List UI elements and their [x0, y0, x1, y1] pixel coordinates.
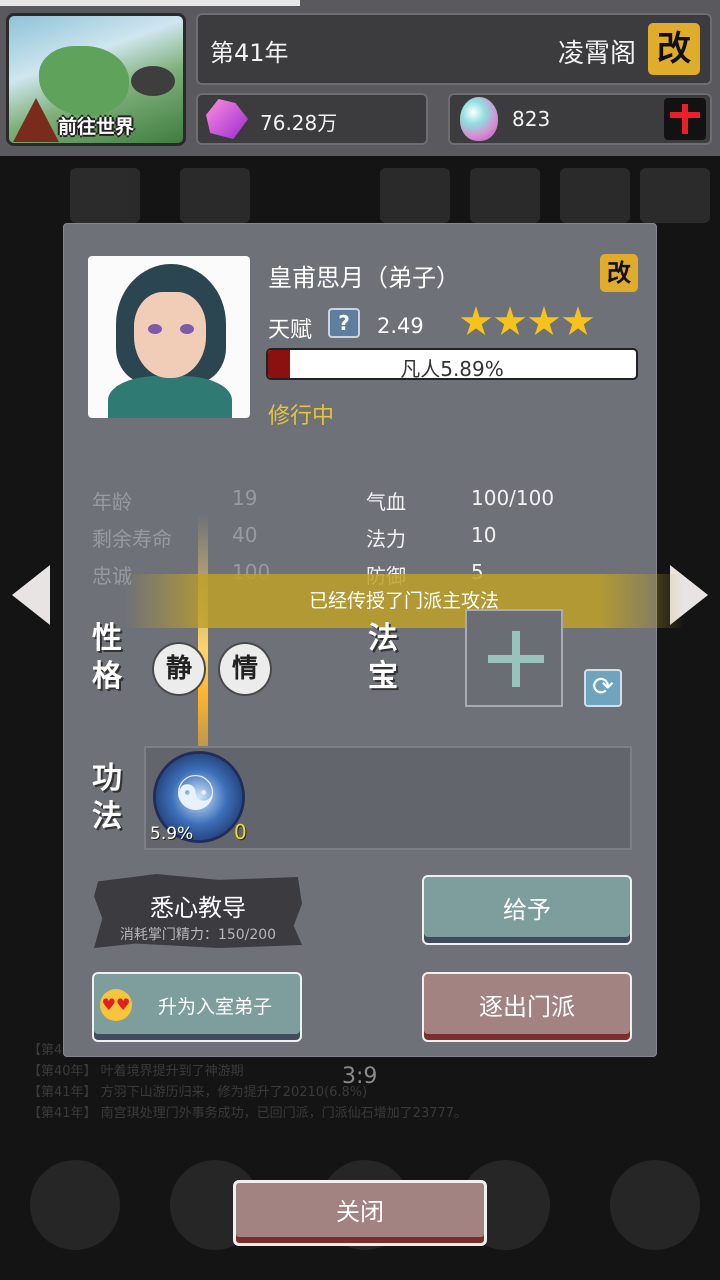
promote-button-label: 升为入室弟子 — [157, 996, 272, 1018]
spirit-egg-icon — [460, 97, 498, 141]
talent-label: 天赋 — [268, 318, 313, 343]
log-line: 【第41年】 南宫琪处理门外事务成功，已回门派，门派仙石增加了23777。 — [28, 1106, 468, 1121]
refresh-icon[interactable]: ⟳ — [584, 669, 622, 707]
talent-value: 2.49 — [377, 314, 424, 338]
background-toolbar — [0, 160, 720, 230]
star-icon — [460, 306, 492, 336]
background-counter: 3:9 — [342, 1064, 378, 1089]
skill-label: 功法 — [92, 761, 122, 834]
skill-level: 0 — [234, 820, 247, 844]
teach-button-label: 悉心教导 — [150, 894, 246, 922]
give-button[interactable]: 给予 — [422, 875, 632, 945]
add-gems-button[interactable] — [664, 98, 706, 140]
disciple-detail-panel: 皇甫思月（弟子） 改 天赋 ? 2.49 凡人5.89% 修行中 年龄 19 剩… — [63, 223, 684, 1057]
rename-sect-button[interactable]: 改 — [648, 23, 700, 75]
treasure-slot-add-button[interactable] — [465, 609, 563, 707]
personality-label: 性格 — [92, 621, 122, 694]
close-button[interactable]: 关闭 — [233, 1180, 487, 1246]
spirit-stone-value: 76.28万 — [260, 111, 338, 135]
gem-value: 823 — [512, 107, 551, 131]
top-bar: 前往世界 第41年 凌霄阁 改 76.28万 823 — [0, 0, 720, 156]
treasure-label: 法宝 — [368, 621, 398, 694]
star-icon — [494, 306, 526, 336]
hp-value: 100/100 — [471, 486, 555, 510]
spirit-stone-counter: 76.28万 — [196, 93, 428, 145]
mana-value: 10 — [471, 523, 497, 547]
loading-strip — [0, 0, 300, 6]
go-to-world-label: 前往世界 — [57, 116, 134, 138]
teach-button[interactable]: 悉心教导 消耗掌门精力：150/200 — [94, 874, 302, 948]
age-label: 年龄 — [92, 490, 132, 514]
lifespan-value: 40 — [232, 523, 258, 547]
rename-disciple-button[interactable]: 改 — [600, 254, 638, 292]
promote-button[interactable]: ♥♥ 升为入室弟子 — [92, 972, 302, 1042]
hp-label: 气血 — [366, 490, 406, 514]
heart-eyes-icon: ♥♥ — [100, 989, 132, 1021]
disciple-status: 修行中 — [268, 404, 335, 429]
crystal-icon — [206, 99, 248, 139]
disciple-portrait — [88, 256, 250, 418]
mana-label: 法力 — [366, 527, 406, 551]
skill-progress: 5.9% — [150, 824, 194, 844]
toast-message: 已经传授了门派主攻法 — [124, 574, 684, 628]
star-icon — [562, 306, 594, 336]
gem-counter: 823 — [448, 93, 712, 145]
trait-badge[interactable]: 静 — [154, 644, 204, 694]
age-value: 19 — [232, 486, 258, 510]
disciple-name: 皇甫思月（弟子） — [268, 264, 460, 292]
expel-button[interactable]: 逐出门派 — [422, 972, 632, 1042]
sect-name: 凌霄阁 — [557, 39, 636, 69]
world-map-rock-image — [131, 66, 175, 96]
year-sect-panel: 第41年 凌霄阁 改 — [196, 13, 712, 85]
star-icon — [528, 306, 560, 336]
realm-progress-text: 凡人5.89% — [400, 357, 504, 380]
talent-help-icon[interactable]: ? — [328, 308, 360, 338]
teach-cost-label: 消耗掌门精力：150/200 — [119, 927, 277, 943]
world-map-island-image — [39, 46, 129, 116]
previous-disciple-arrow-icon[interactable] — [12, 565, 50, 625]
go-to-world-button[interactable]: 前往世界 — [6, 13, 186, 146]
year-label: 第41年 — [210, 39, 289, 67]
trait-badge[interactable]: 情 — [220, 644, 270, 694]
realm-progress-bar: 凡人5.89% — [266, 348, 638, 380]
lifespan-label: 剩余寿命 — [92, 527, 172, 551]
